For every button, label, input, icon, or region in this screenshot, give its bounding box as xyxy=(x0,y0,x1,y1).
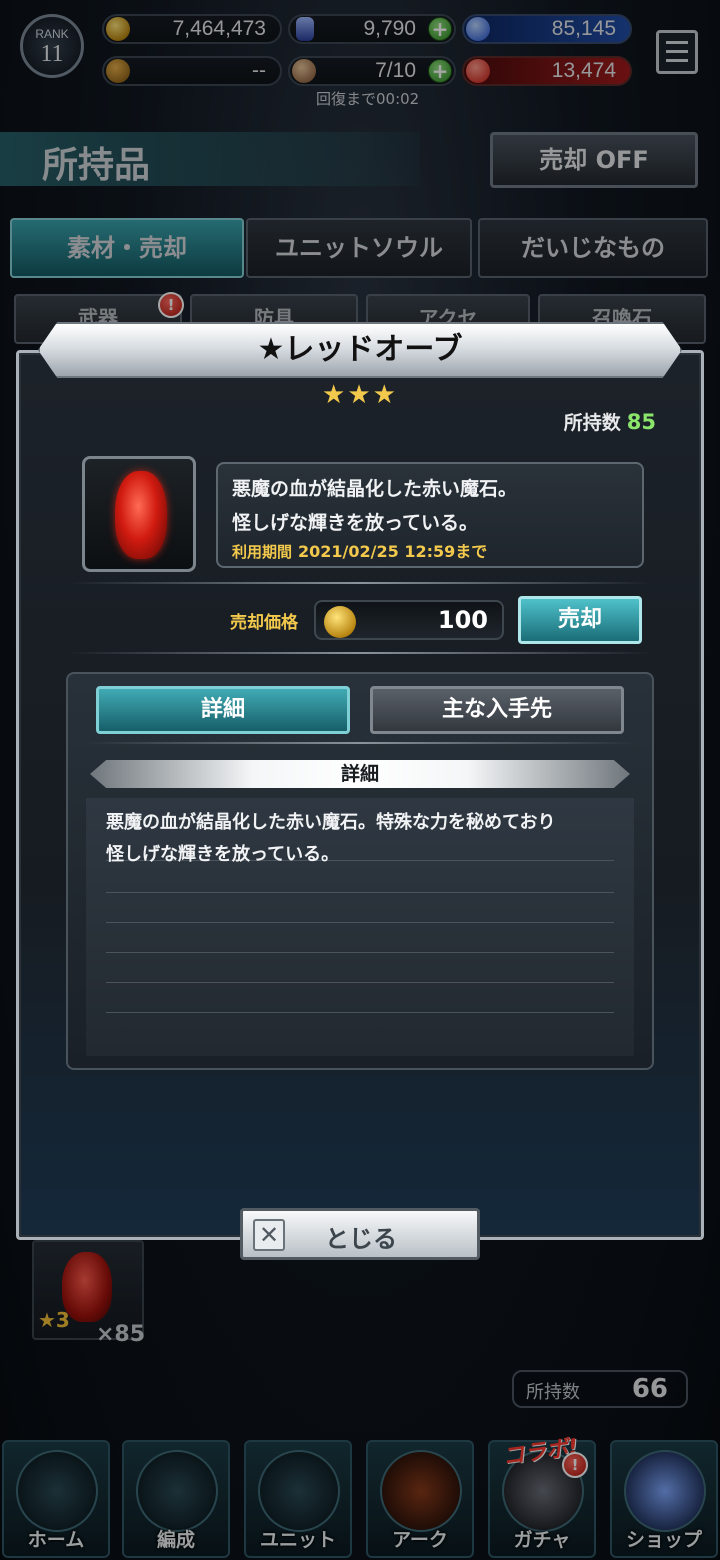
sell-price-label: 売却価格 xyxy=(230,613,298,633)
description-line-2: 怪しげな輝きを放っている。 xyxy=(232,512,479,534)
expiry-value: 2021/02/25 12:59まで xyxy=(298,542,488,561)
gold-coin-icon xyxy=(324,606,356,638)
section-header: 詳細 xyxy=(90,760,630,788)
divider xyxy=(68,582,652,584)
modal-title: ★レッドオーブ xyxy=(38,322,682,378)
expiry-label: 利用期間 xyxy=(232,543,293,561)
detail-line-1: 悪魔の血が結晶化した赤い魔石。特殊な力を秘めており xyxy=(106,812,556,833)
modal-owned-value: 85 xyxy=(626,410,656,434)
item-icon-frame xyxy=(82,456,196,572)
sell-price-box: 100 xyxy=(314,600,504,640)
expiry-info: 利用期間 2021/02/25 12:59まで xyxy=(232,538,487,562)
rarity-stars: ★★★ xyxy=(322,380,398,410)
modal-owned-count: 所持数 85 xyxy=(564,408,656,435)
divider xyxy=(84,742,636,744)
close-label: とじる xyxy=(325,1225,397,1253)
divider xyxy=(68,652,652,654)
close-icon: ✕ xyxy=(253,1219,285,1251)
tab-detail[interactable]: 詳細 xyxy=(96,686,350,734)
description-line-1: 悪魔の血が結晶化した赤い魔石。 xyxy=(232,478,518,500)
close-button[interactable]: ✕ とじる xyxy=(240,1208,480,1260)
sell-button[interactable]: 売却 xyxy=(518,596,642,644)
modal-owned-label: 所持数 xyxy=(563,412,621,434)
red-orb-icon xyxy=(115,471,167,559)
detail-line-2: 怪しげな輝きを放っている。 xyxy=(106,844,340,865)
detail-text-area xyxy=(86,798,634,1056)
item-description-box: 悪魔の血が結晶化した赤い魔石。 怪しげな輝きを放っている。 利用期間 2021/0… xyxy=(216,462,644,568)
tab-acquisition[interactable]: 主な入手先 xyxy=(370,686,624,734)
sell-price-value: 100 xyxy=(437,606,488,634)
